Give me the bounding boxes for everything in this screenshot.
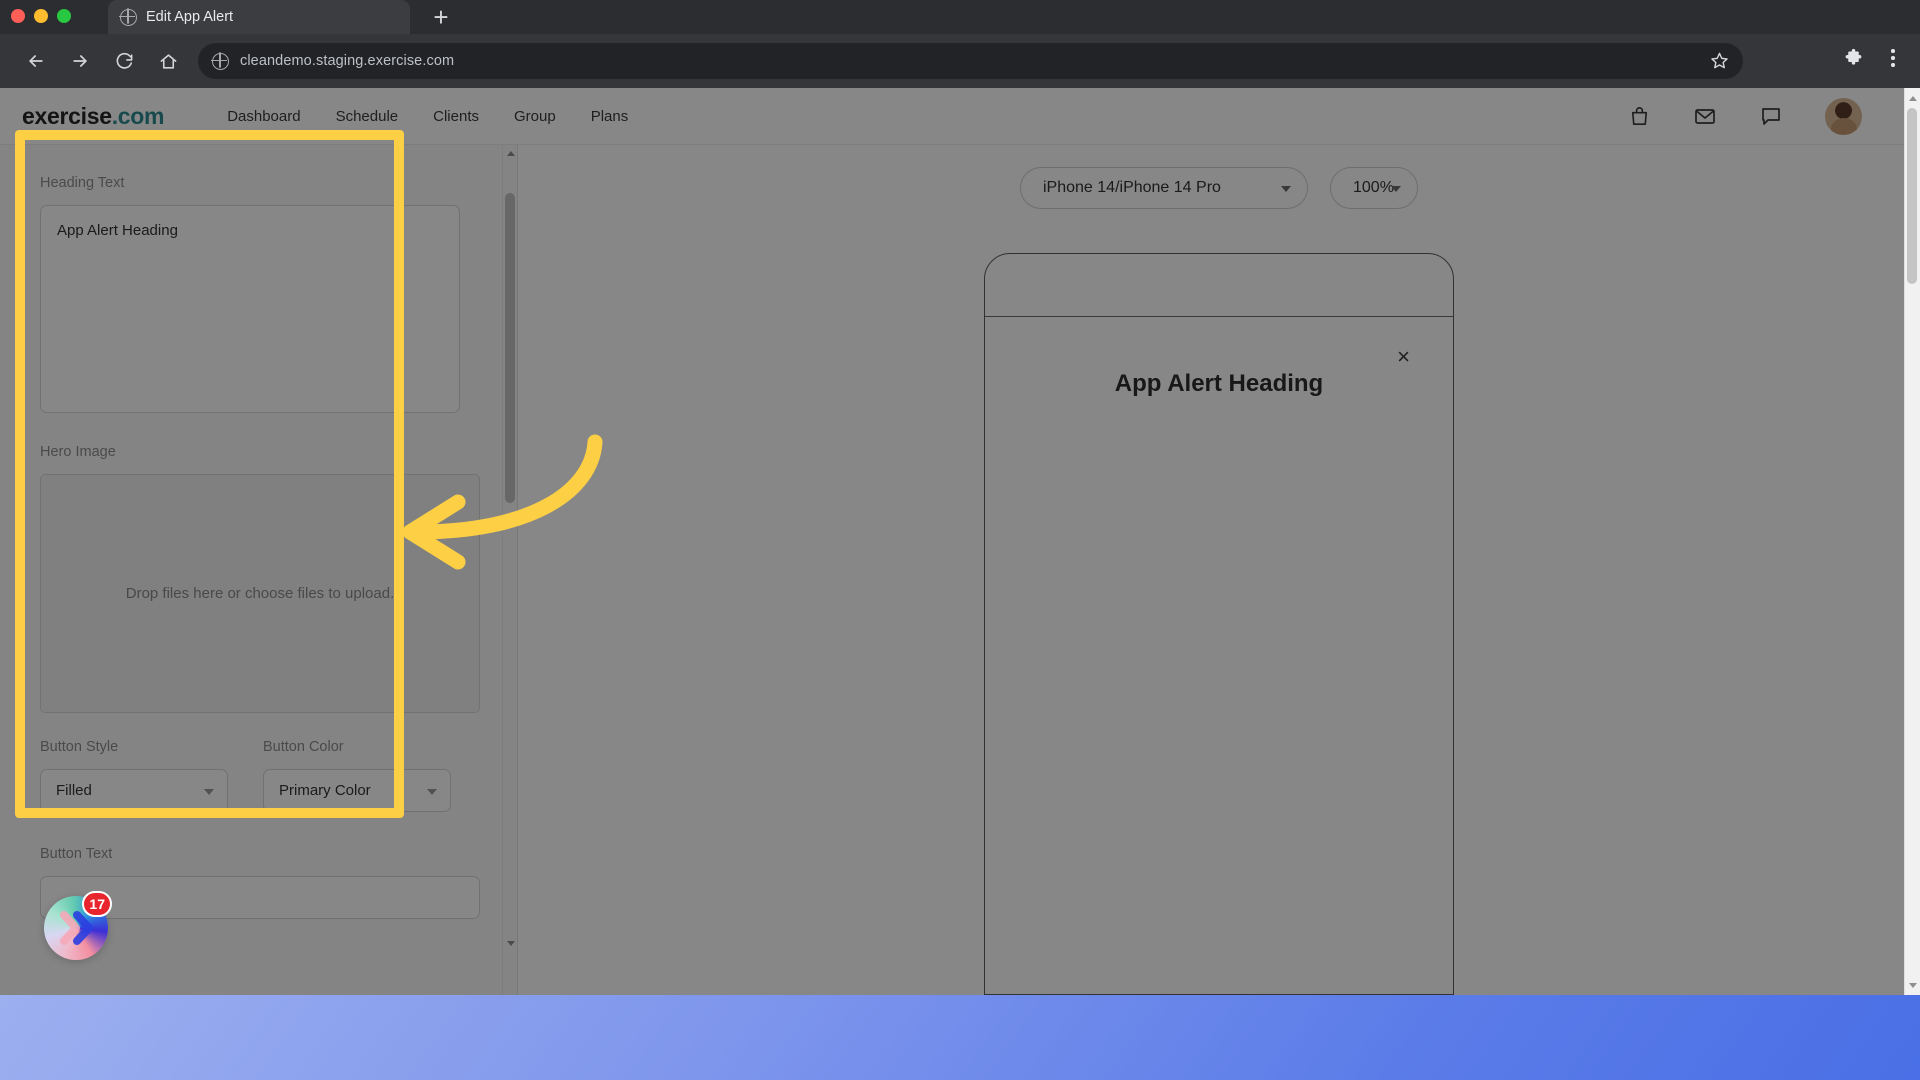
device-select-value: iPhone 14/iPhone 14 Pro [1043, 179, 1221, 196]
app-nav-links: Dashboard Schedule Clients Group Plans [227, 108, 628, 125]
brand-name: exercise [22, 102, 112, 129]
nav-item-group[interactable]: Group [514, 108, 556, 125]
nav-item-clients[interactable]: Clients [433, 108, 479, 125]
app-nav-actions [1628, 97, 1898, 135]
window-traffic-lights [11, 9, 71, 23]
app-navigation-bar: exercise.com Dashboard Schedule Clients … [0, 88, 1920, 145]
maximize-window-button[interactable] [57, 9, 71, 23]
editor-form: Heading Text Hero Image Drop files here … [0, 145, 494, 995]
address-bar[interactable]: cleandemo.staging.exercise.com [198, 43, 1743, 79]
nav-item-schedule[interactable]: Schedule [336, 108, 399, 125]
back-arrow-icon[interactable] [16, 41, 56, 81]
avatar[interactable] [1825, 97, 1862, 135]
chevron-down-icon [427, 788, 437, 795]
chat-bubble-icon[interactable] [1759, 104, 1783, 128]
brand-suffix: .com [111, 102, 165, 129]
star-icon[interactable] [1710, 51, 1729, 75]
three-dot-menu-icon[interactable] [1876, 41, 1910, 75]
browser-window: Edit App Alert + cleandemo.staging.exerc… [0, 0, 1920, 995]
preview-panel: iPhone 14/iPhone 14 Pro 100% × App Alert… [518, 145, 1920, 995]
hero-image-dropzone[interactable]: Drop files here or choose files to uploa… [40, 474, 480, 713]
shopping-bag-icon[interactable] [1628, 105, 1651, 128]
close-icon[interactable]: × [1397, 346, 1410, 368]
page-scrollbar[interactable] [1904, 88, 1920, 995]
heading-text-input[interactable] [40, 205, 460, 413]
alert-heading-preview: App Alert Heading [1114, 370, 1324, 397]
address-bar-url: cleandemo.staging.exercise.com [240, 53, 455, 69]
web-page-content: exercise.com Dashboard Schedule Clients … [0, 88, 1920, 995]
editor-scrollbar-thumb[interactable] [505, 193, 515, 503]
dropzone-instruction-text: Drop files here or choose files to uploa… [125, 585, 395, 602]
button-color-value: Primary Color [279, 782, 371, 799]
scroll-down-arrow-icon[interactable] [503, 935, 517, 951]
zoom-select[interactable]: 100% [1330, 167, 1418, 209]
nav-item-plans[interactable]: Plans [591, 108, 629, 125]
forward-arrow-icon[interactable] [60, 41, 100, 81]
phone-preview-frame: × App Alert Heading [984, 253, 1454, 995]
nav-item-dashboard[interactable]: Dashboard [227, 108, 300, 125]
scroll-up-arrow-icon[interactable] [503, 145, 517, 161]
puzzle-icon[interactable] [1836, 41, 1870, 75]
chevron-down-icon [1281, 186, 1291, 192]
browser-tab[interactable]: Edit App Alert [108, 0, 410, 34]
browser-tab-strip: Edit App Alert + [0, 0, 1920, 34]
hero-image-field: Hero Image Drop files here or choose fil… [40, 444, 480, 713]
button-style-label: Button Style [40, 739, 119, 755]
hero-image-label: Hero Image [40, 444, 116, 460]
button-style-field: Button Style Filled [40, 739, 228, 812]
editor-panel: Heading Text Hero Image Drop files here … [0, 145, 518, 995]
home-icon[interactable] [148, 41, 188, 81]
chevron-down-icon [1391, 186, 1401, 192]
widget-badge-count: 17 [82, 891, 112, 917]
minimize-window-button[interactable] [34, 9, 48, 23]
editor-scrollbar[interactable] [502, 145, 517, 995]
heading-text-field: Heading Text [40, 175, 460, 418]
toolbar-right-actions [1836, 41, 1910, 75]
button-style-value: Filled [56, 782, 92, 799]
zoom-select-value: 100% [1353, 179, 1394, 196]
scroll-down-arrow-icon[interactable] [1905, 977, 1920, 993]
floating-notification-widget[interactable]: 17 [44, 891, 112, 960]
button-style-select[interactable]: Filled [40, 769, 228, 812]
envelope-icon[interactable] [1693, 104, 1717, 128]
scroll-up-arrow-icon[interactable] [1905, 90, 1920, 106]
button-text-label: Button Text [40, 846, 113, 862]
app-alert-editor-workspace: Heading Text Hero Image Drop files here … [0, 145, 1920, 995]
device-select[interactable]: iPhone 14/iPhone 14 Pro [1020, 167, 1308, 209]
brand-logo[interactable]: exercise.com [22, 103, 164, 130]
globe-icon [211, 52, 229, 70]
button-color-label: Button Color [263, 739, 344, 755]
reload-icon[interactable] [104, 41, 144, 81]
new-tab-button[interactable]: + [424, 2, 458, 32]
button-settings-row: Button Style Filled Button Color Primary… [40, 739, 454, 812]
heading-text-label: Heading Text [40, 175, 125, 191]
app-alert-preview: × App Alert Heading [985, 317, 1453, 994]
chevron-down-icon [204, 788, 214, 795]
button-color-field: Button Color Primary Color [263, 739, 451, 812]
globe-icon [119, 8, 137, 26]
preview-toolbar: iPhone 14/iPhone 14 Pro 100% [518, 167, 1920, 209]
browser-toolbar: cleandemo.staging.exercise.com [0, 34, 1920, 88]
page-scrollbar-thumb[interactable] [1907, 108, 1917, 284]
browser-tab-title: Edit App Alert [146, 9, 234, 25]
button-color-select[interactable]: Primary Color [263, 769, 451, 812]
phone-status-bar [985, 254, 1453, 317]
close-window-button[interactable] [11, 9, 25, 23]
